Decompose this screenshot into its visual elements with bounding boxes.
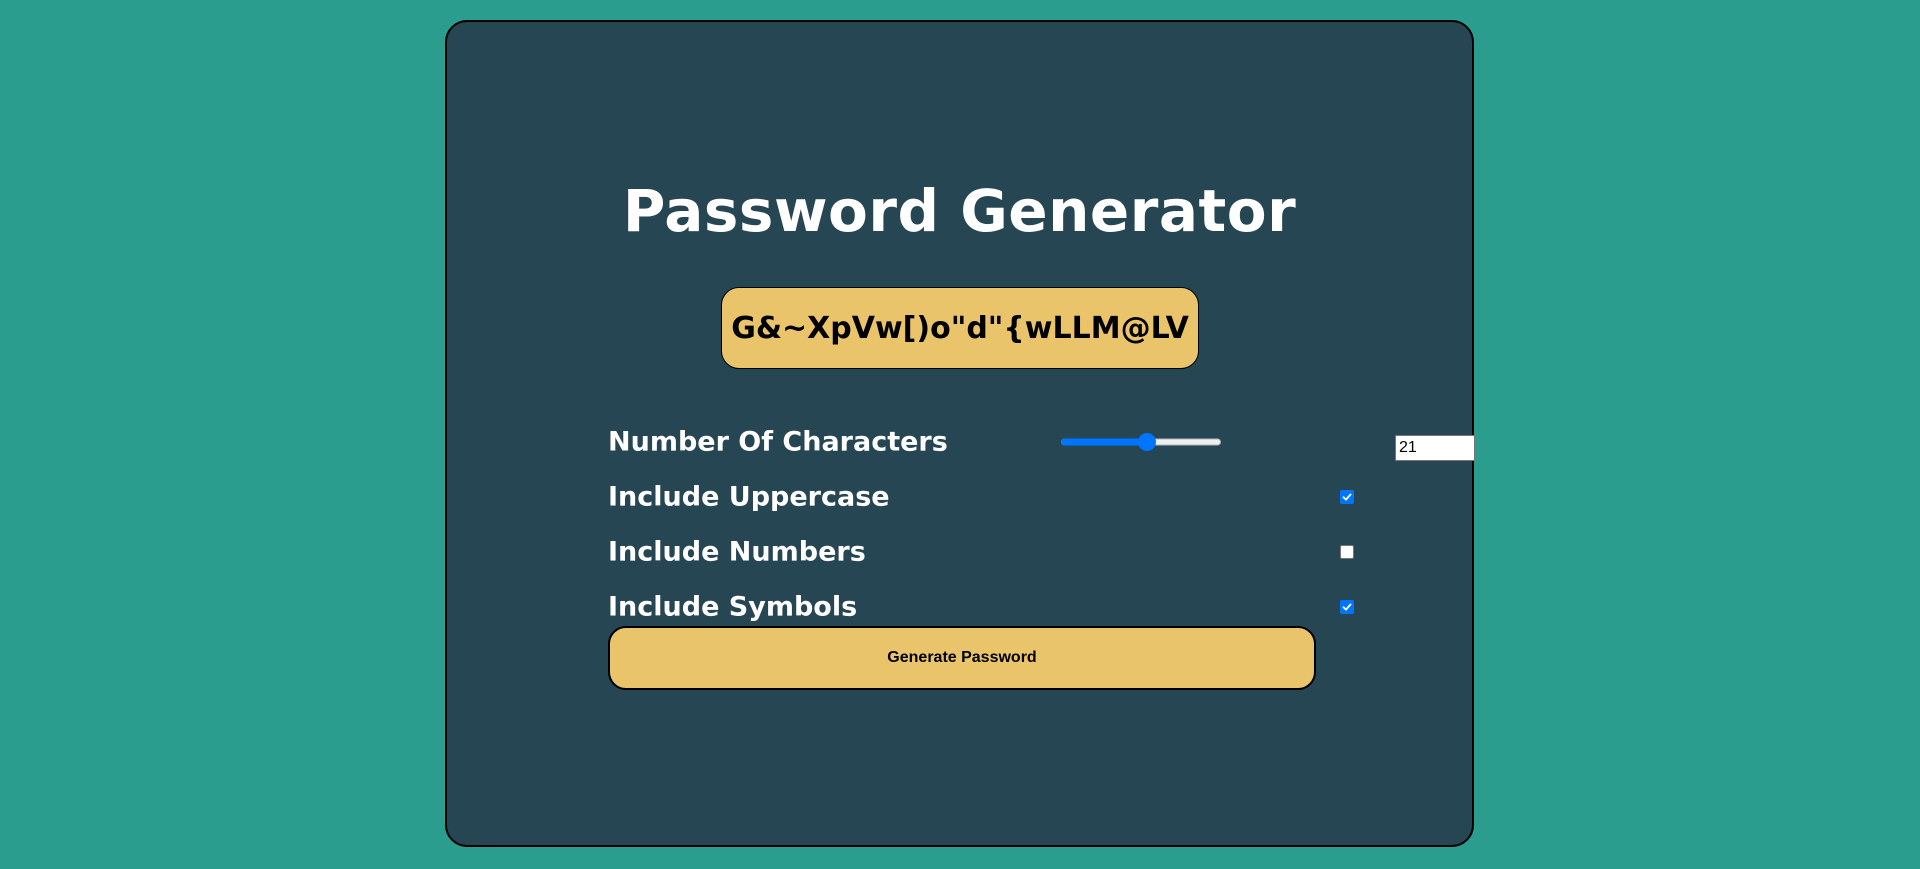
uppercase-checkbox[interactable] <box>1340 490 1354 504</box>
numbers-checkbox[interactable] <box>1340 545 1354 559</box>
generated-password-display: G&~XpVw[)o"d"{wLLM@LV <box>721 287 1199 369</box>
symbols-label: Include Symbols <box>608 591 858 623</box>
length-slider-thumb[interactable] <box>1137 433 1156 451</box>
length-number-input[interactable] <box>1395 435 1475 461</box>
password-generator-card: Password Generator G&~XpVw[)o"d"{wLLM@LV… <box>445 20 1475 847</box>
page-title: Password Generator <box>622 177 1297 245</box>
length-slider[interactable] <box>1061 432 1221 452</box>
length-slider-fill <box>1061 438 1147 446</box>
symbols-row: Include Symbols <box>608 587 1354 627</box>
numbers-row: Include Numbers <box>608 532 1354 572</box>
checkmark-icon <box>1342 603 1352 611</box>
uppercase-row: Include Uppercase <box>608 477 1354 517</box>
length-label: Number Of Characters <box>608 426 948 458</box>
uppercase-label: Include Uppercase <box>608 481 890 513</box>
generate-password-button[interactable]: Generate Password <box>608 626 1316 690</box>
length-row: Number Of Characters <box>608 422 1475 462</box>
checkmark-icon <box>1342 493 1352 501</box>
symbols-checkbox[interactable] <box>1340 600 1354 614</box>
numbers-label: Include Numbers <box>608 536 866 568</box>
